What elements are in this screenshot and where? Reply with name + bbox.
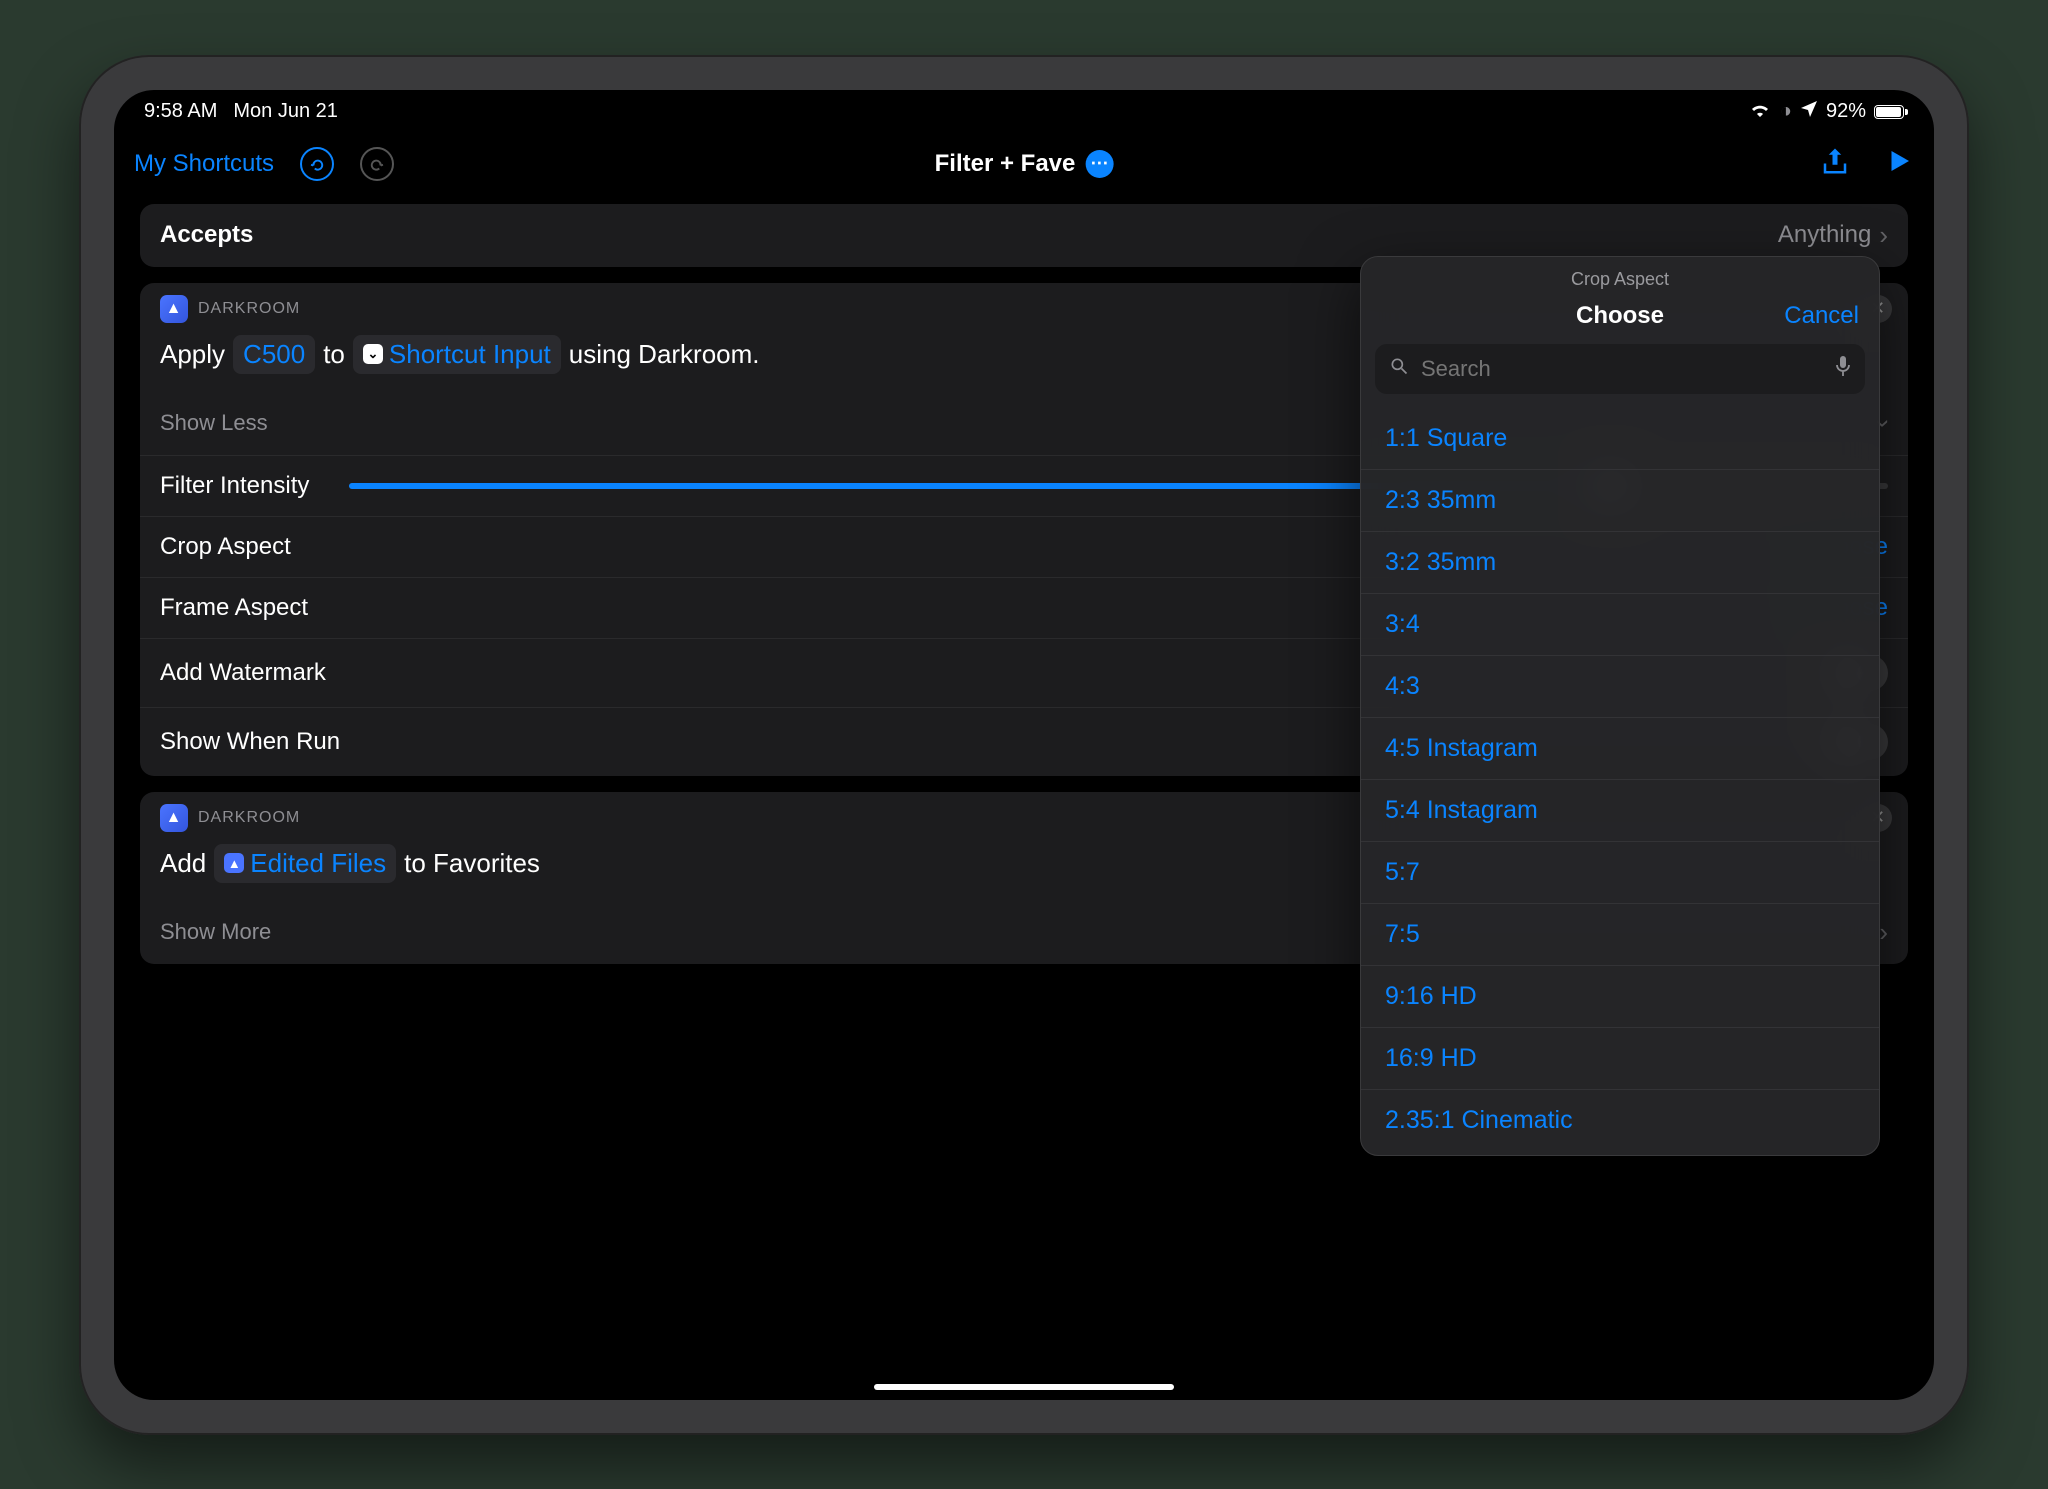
action-target: to Favorites	[404, 848, 540, 879]
action-verb: Add	[160, 848, 206, 879]
location-icon	[1800, 100, 1818, 124]
moon-icon: ◑	[1780, 100, 1792, 123]
chevron-right-icon: ›	[1879, 917, 1888, 948]
battery-percent: 92%	[1826, 100, 1866, 123]
ipad-frame: 9:58 AM Mon Jun 21 ◑ 92% My Shortcuts	[79, 55, 1969, 1435]
filter-token[interactable]: C500	[233, 335, 315, 374]
share-button[interactable]	[1820, 146, 1850, 181]
redo-button[interactable]	[360, 147, 394, 181]
action-using: using Darkroom.	[569, 339, 760, 370]
home-indicator[interactable]	[874, 1384, 1174, 1390]
wifi-icon	[1748, 100, 1772, 124]
option-16-9[interactable]: 16:9 HD	[1361, 1028, 1879, 1090]
option-cinematic[interactable]: 2.35:1 Cinematic	[1361, 1090, 1879, 1151]
status-date: Mon Jun 21	[233, 100, 338, 123]
darkroom-app-icon: ▲	[160, 804, 188, 832]
microphone-icon[interactable]	[1835, 355, 1851, 383]
screen: 9:58 AM Mon Jun 21 ◑ 92% My Shortcuts	[114, 90, 1934, 1400]
input-token[interactable]: ⌄Shortcut Input	[353, 335, 561, 374]
status-time: 9:58 AM	[144, 100, 217, 123]
app-name: DARKROOM	[198, 300, 300, 318]
details-button[interactable]: ⋯	[1085, 150, 1113, 178]
undo-button[interactable]	[300, 147, 334, 181]
option-4-3[interactable]: 4:3	[1361, 656, 1879, 718]
search-icon	[1389, 356, 1409, 382]
option-2-3[interactable]: 2:3 35mm	[1361, 470, 1879, 532]
search-input[interactable]	[1419, 355, 1825, 383]
status-bar: 9:58 AM Mon Jun 21 ◑ 92%	[114, 90, 1934, 134]
run-button[interactable]	[1884, 146, 1914, 181]
chevron-right-icon: ›	[1879, 220, 1888, 251]
option-4-5[interactable]: 4:5 Instagram	[1361, 718, 1879, 780]
option-3-2[interactable]: 3:2 35mm	[1361, 532, 1879, 594]
back-button[interactable]: My Shortcuts	[134, 150, 274, 178]
search-field[interactable]	[1375, 344, 1865, 394]
accepts-label: Accepts	[160, 221, 253, 249]
popover-title: Crop Aspect	[1361, 257, 1879, 296]
edited-files-token[interactable]: ▲Edited Files	[214, 844, 396, 883]
accepts-value: Anything	[1778, 221, 1871, 249]
darkroom-app-icon: ▲	[160, 295, 188, 323]
popover-heading: Choose	[1576, 302, 1664, 330]
option-1-1[interactable]: 1:1 Square	[1361, 408, 1879, 470]
crop-aspect-popover: Crop Aspect Choose Cancel 1:1 Square 2:3…	[1360, 256, 1880, 1156]
app-name: DARKROOM	[198, 809, 300, 827]
battery-icon	[1874, 105, 1904, 119]
option-3-4[interactable]: 3:4	[1361, 594, 1879, 656]
action-verb: Apply	[160, 339, 225, 370]
option-9-16[interactable]: 9:16 HD	[1361, 966, 1879, 1028]
option-5-4[interactable]: 5:4 Instagram	[1361, 780, 1879, 842]
shortcut-title: Filter + Fave	[935, 150, 1076, 178]
action-to: to	[323, 339, 345, 370]
option-5-7[interactable]: 5:7	[1361, 842, 1879, 904]
cancel-button[interactable]: Cancel	[1784, 302, 1859, 330]
option-7-5[interactable]: 7:5	[1361, 904, 1879, 966]
options-list: 1:1 Square 2:3 35mm 3:2 35mm 3:4 4:3 4:5…	[1361, 404, 1879, 1155]
nav-toolbar: My Shortcuts Filter + Fave ⋯	[114, 134, 1934, 194]
